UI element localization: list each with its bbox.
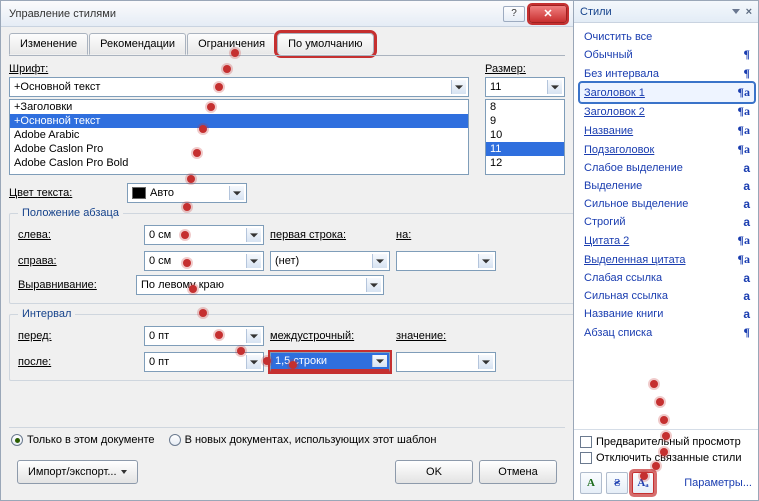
import-export-button[interactable]: Импорт/экспорт... <box>17 460 138 484</box>
options-link[interactable]: Параметры... <box>684 477 752 489</box>
close-button[interactable]: ✕ <box>529 5 567 23</box>
styles-list[interactable]: Очистить всеОбычный¶Без интервала¶Заголо… <box>574 23 758 429</box>
radio-only-this-doc[interactable]: Только в этом документе <box>11 434 155 446</box>
after-label: после: <box>18 356 138 368</box>
font-combo[interactable]: +Основной текст <box>9 77 469 97</box>
style-item[interactable]: Название книгиa <box>580 305 754 323</box>
style-item[interactable]: Сильное выделениеa <box>580 195 754 213</box>
left-label: слева: <box>18 229 138 241</box>
style-item[interactable]: Без интервала¶ <box>580 64 754 83</box>
line-spacing-combo[interactable]: 1,5 строки <box>270 352 390 372</box>
align-combo[interactable]: По левому краю <box>136 275 384 295</box>
styles-pane-title: Стили <box>580 6 612 18</box>
size-option[interactable]: 11 <box>486 142 564 156</box>
font-option[interactable]: Adobe Arabic <box>10 128 468 142</box>
style-item[interactable]: Очистить все <box>580 29 754 45</box>
new-style-icon[interactable]: A <box>580 472 602 494</box>
at-field[interactable] <box>396 352 496 372</box>
first-line-combo[interactable]: (нет) <box>270 251 390 271</box>
size-combo[interactable]: 11 <box>485 77 565 97</box>
font-color-combo[interactable]: Авто <box>127 183 247 203</box>
before-label: перед: <box>18 330 138 342</box>
size-listbox[interactable]: 89101112 <box>485 99 565 175</box>
font-listbox[interactable]: +Заголовки+Основной текстAdobe ArabicAdo… <box>9 99 469 175</box>
style-item[interactable]: Цитата 2¶a <box>580 231 754 250</box>
style-item[interactable]: Заголовок 2¶a <box>580 102 754 121</box>
titlebar: Управление стилями ? ✕ <box>1 1 573 27</box>
paragraph-position-group: Положение абзаца слева: 0 см первая стро… <box>9 207 573 304</box>
size-option[interactable]: 10 <box>486 128 564 142</box>
tab-defaults[interactable]: По умолчанию <box>277 33 373 55</box>
cancel-button[interactable]: Отмена <box>479 460 557 484</box>
size-label: Размер: <box>485 63 565 75</box>
style-item[interactable]: Строгийa <box>580 213 754 231</box>
left-field[interactable]: 0 см <box>144 225 264 245</box>
font-option[interactable]: Adobe Caslon Pro <box>10 142 468 156</box>
font-option[interactable]: +Заголовки <box>10 100 468 114</box>
style-item[interactable]: Выделенная цитата¶a <box>580 250 754 269</box>
radio-new-docs-template[interactable]: В новых документах, использующих этот ша… <box>169 434 437 446</box>
preview-checkbox[interactable]: Предварительный просмотр <box>580 436 752 448</box>
manage-styles-icon[interactable]: Aₐ <box>632 472 654 494</box>
right-label: справа: <box>18 255 138 267</box>
style-item[interactable]: Подзаголовок¶a <box>580 140 754 159</box>
style-item[interactable]: Выделениеa <box>580 177 754 195</box>
font-option[interactable]: +Основной текст <box>10 114 468 128</box>
tab-restrict[interactable]: Ограничения <box>187 33 276 55</box>
style-item[interactable]: Обычный¶ <box>580 45 754 64</box>
before-field[interactable]: 0 пт <box>144 326 264 346</box>
tab-strip: Изменение Рекомендации Ограничения По ум… <box>9 33 565 55</box>
right-field[interactable]: 0 см <box>144 251 264 271</box>
spacing-group: Интервал перед: 0 пт междустрочный: знач… <box>9 308 573 381</box>
spacing-legend: Интервал <box>18 308 75 320</box>
font-label: Шрифт: <box>9 63 469 75</box>
disable-linked-checkbox[interactable]: Отключить связанные стили <box>580 452 752 464</box>
by-label: на: <box>396 229 496 241</box>
style-item[interactable]: Слабое выделениеa <box>580 159 754 177</box>
close-pane-icon[interactable]: × <box>746 6 752 18</box>
align-label: Выравнивание: <box>18 279 130 291</box>
style-item[interactable]: Слабая ссылкаa <box>580 269 754 287</box>
dialog-title: Управление стилями <box>9 8 499 20</box>
line-spacing-label: междустрочный: <box>270 330 390 342</box>
tab-modify[interactable]: Изменение <box>9 33 88 55</box>
style-item[interactable]: Заголовок 1¶a <box>580 83 754 102</box>
style-inspector-icon[interactable]: ₴ <box>606 472 628 494</box>
size-option[interactable]: 9 <box>486 114 564 128</box>
style-item[interactable]: Название¶a <box>580 121 754 140</box>
font-color-label: Цвет текста: <box>9 187 121 199</box>
size-option[interactable]: 12 <box>486 156 564 170</box>
dropdown-icon[interactable] <box>732 9 740 14</box>
scope-radios: Только в этом документе В новых документ… <box>9 427 565 448</box>
tab-recommend[interactable]: Рекомендации <box>89 33 186 55</box>
after-field[interactable]: 0 пт <box>144 352 264 372</box>
styles-pane: Стили × Очистить всеОбычный¶Без интервал… <box>574 0 759 501</box>
size-option[interactable]: 8 <box>486 100 564 114</box>
first-line-label: первая строка: <box>270 229 390 241</box>
ok-button[interactable]: OK <box>395 460 473 484</box>
manage-styles-dialog: Управление стилями ? ✕ Изменение Рекомен… <box>0 0 574 501</box>
style-item[interactable]: Абзац списка¶ <box>580 323 754 342</box>
style-item[interactable]: Сильная ссылкаa <box>580 287 754 305</box>
by-field[interactable] <box>396 251 496 271</box>
styles-pane-header: Стили × <box>574 1 758 23</box>
at-label: значение: <box>396 330 496 342</box>
help-button[interactable]: ? <box>503 6 525 22</box>
para-legend: Положение абзаца <box>18 207 123 219</box>
font-option[interactable]: Adobe Caslon Pro Bold <box>10 156 468 170</box>
